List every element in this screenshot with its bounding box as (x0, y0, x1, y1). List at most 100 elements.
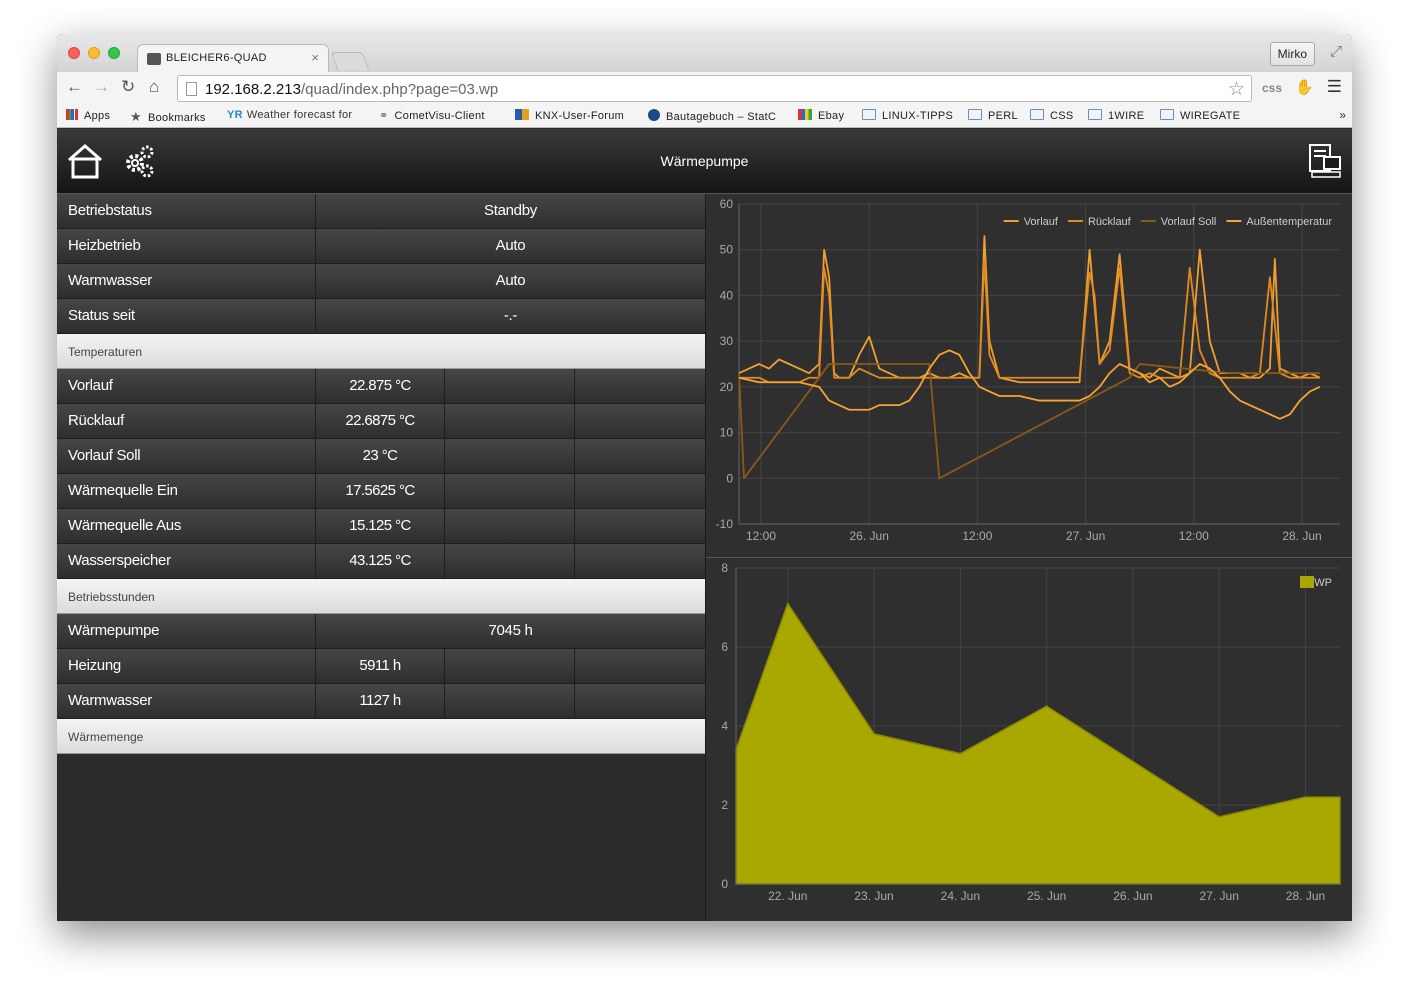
row-label: Betriebstatus (57, 194, 316, 228)
bookmark-ebay[interactable]: Ebay (798, 109, 844, 122)
row-label: Heizung (57, 649, 316, 683)
row-value[interactable]: Auto (316, 264, 705, 298)
row-value: 1127 h (316, 684, 445, 718)
browser-toolbar: ← → ↻ ⌂ 192.168.2.213/quad/index.php?pag… (57, 72, 1352, 104)
y-tick-label: 20 (720, 380, 734, 394)
hand-extension-icon[interactable]: ✋ (1295, 78, 1314, 96)
back-arrow-icon[interactable]: ← (66, 77, 83, 97)
empty-cell (445, 544, 575, 578)
status-row-warmwasser[interactable]: Warmwasser Auto (57, 264, 705, 299)
temperature-chart-container: -10 0 10 20 30 40 50 60 12:00 26. Jun 12:00 27. Jun… (706, 194, 1352, 557)
section-header-waermemenge: Wärmemenge (57, 719, 705, 754)
address-bar[interactable]: 192.168.2.213/quad/index.php?page=03.wp … (177, 75, 1252, 102)
row-value: 43.125 °C (316, 544, 445, 578)
x-tick-label: 24. Jun (941, 889, 980, 903)
x-tick-label: 27. Jun (1066, 529, 1105, 543)
minimize-window-button[interactable] (88, 47, 100, 59)
bookmarks-bar: Apps ★ Bookmarks YR Weather forecast for ⚭… (57, 104, 1352, 128)
y-tick-label: 4 (721, 719, 728, 733)
x-tick-label: 22. Jun (768, 889, 807, 903)
browser-menu-icon[interactable]: ☰ (1327, 77, 1342, 97)
home-nav-icon[interactable]: ⌂ (149, 77, 159, 97)
row-value: Standby (484, 202, 537, 219)
temp-row-vorlauf-soll: Vorlauf Soll 23 °C (57, 439, 705, 474)
bookmark-star-icon[interactable]: ☆ (1228, 78, 1245, 101)
empty-cell (575, 404, 705, 438)
x-tick-label: 26. Jun (1113, 889, 1152, 903)
tab-strip: BLEICHER6-QUAD × Mirko ⤢ (57, 34, 1352, 72)
yr-icon: YR (227, 109, 243, 121)
status-row-heizbetrieb[interactable]: Heizbetrieb Auto (57, 229, 705, 264)
y-tick-label: 50 (720, 243, 734, 257)
empty-cell (445, 404, 575, 438)
x-tick-label: 12:00 (962, 529, 992, 543)
empty-cell (445, 649, 575, 683)
legend-label: WP (1314, 577, 1332, 589)
css-extension-icon[interactable]: css (1262, 81, 1282, 95)
x-tick-label: 12:00 (746, 529, 776, 543)
y-tick-label: 10 (720, 426, 734, 440)
temperature-line-chart[interactable]: -10 0 10 20 30 40 50 60 12:00 26. Jun 12:00 27. Jun… (706, 194, 1352, 557)
hours-chart-container: 0 2 4 6 8 22. Jun 23. Jun 24. Jun 25. Jun 26. Jun… (706, 558, 1352, 921)
link-icon: ⚭ (379, 110, 389, 122)
fullscreen-icon[interactable]: ⤢ (1330, 43, 1342, 60)
empty-cell (445, 474, 575, 508)
profile-button[interactable]: Mirko (1269, 42, 1315, 66)
row-label: Wasserspeicher (57, 544, 316, 578)
bookmark-css[interactable]: CSS (1030, 109, 1074, 122)
more-bookmarks-icon[interactable]: » (1339, 108, 1346, 122)
bookmark-bookmarks[interactable]: ★ Bookmarks (130, 109, 206, 125)
bookmark-wiregate[interactable]: WIREGATE (1160, 109, 1240, 122)
globe-icon (648, 109, 660, 121)
forward-arrow-icon[interactable]: → (93, 77, 110, 97)
row-label: Status seit (57, 299, 316, 333)
row-value: -.- (503, 307, 518, 324)
row-value: 7045 h (488, 622, 533, 639)
temp-row-waermequelle-ein: Wärmequelle Ein 17.5625 °C (57, 474, 705, 509)
bookmark-linux-tipps[interactable]: LINUX-TIPPS (862, 109, 953, 122)
page-icon (186, 82, 197, 96)
star-icon: ★ (130, 109, 142, 124)
new-tab-button[interactable] (330, 52, 370, 70)
close-window-button[interactable] (68, 47, 80, 59)
bookmark-cometvisu[interactable]: ⚭ CometVisu-Client (379, 109, 485, 122)
empty-cell (445, 684, 575, 718)
hours-area-chart[interactable]: 0 2 4 6 8 22. Jun 23. Jun 24. Jun 25. Jun 26. Jun… (706, 558, 1352, 921)
bookmark-weather[interactable]: YR Weather forecast for (227, 109, 352, 121)
x-tick-label: 26. Jun (850, 529, 889, 543)
y-tick-label: 40 (720, 288, 734, 302)
tab-close-icon[interactable]: × (311, 50, 319, 65)
row-label: Rücklauf (57, 404, 316, 438)
folder-icon (862, 109, 876, 120)
empty-cell (575, 369, 705, 403)
browser-tab[interactable]: BLEICHER6-QUAD × (137, 44, 329, 72)
reload-icon[interactable]: ↻ (121, 77, 135, 97)
empty-cell (575, 544, 705, 578)
row-value[interactable]: Auto (316, 229, 705, 263)
device-info-icon[interactable] (1308, 143, 1342, 179)
knx-icon (515, 109, 529, 120)
row-value: 23 °C (316, 439, 445, 473)
x-tick-label: 23. Jun (854, 889, 893, 903)
hours-row-heizung: Heizung 5911 h (57, 649, 705, 684)
legend-label: Vorlauf Soll (1161, 216, 1217, 228)
bookmark-bautagebuch[interactable]: Bautagebuch – StatC (648, 109, 776, 123)
section-header-betriebsstunden: Betriebsstunden (57, 579, 705, 614)
url-text[interactable]: 192.168.2.213/quad/index.php?page=03.wp (205, 81, 498, 98)
zoom-window-button[interactable] (108, 47, 120, 59)
bag-icon (798, 109, 812, 120)
temp-row-waermequelle-aus: Wärmequelle Aus 15.125 °C (57, 509, 705, 544)
hours-row-warmwasser: Warmwasser 1127 h (57, 684, 705, 719)
row-value: 5911 h (316, 649, 445, 683)
bookmark-knx-forum[interactable]: KNX-User-Forum (515, 109, 624, 122)
empty-cell (575, 509, 705, 543)
y-tick-label: 30 (720, 334, 734, 348)
bookmark-apps[interactable]: Apps (66, 109, 110, 122)
charts-panel: -10 0 10 20 30 40 50 60 12:00 26. Jun 12:00 27. Jun… (705, 194, 1352, 921)
row-label: Vorlauf Soll (57, 439, 316, 473)
bookmark-1wire[interactable]: 1WIRE (1088, 109, 1144, 122)
empty-cell (445, 509, 575, 543)
temp-row-wasserspeicher: Wasserspeicher 43.125 °C (57, 544, 705, 579)
folder-icon (1088, 109, 1102, 120)
bookmark-perl[interactable]: PERL (968, 109, 1018, 122)
